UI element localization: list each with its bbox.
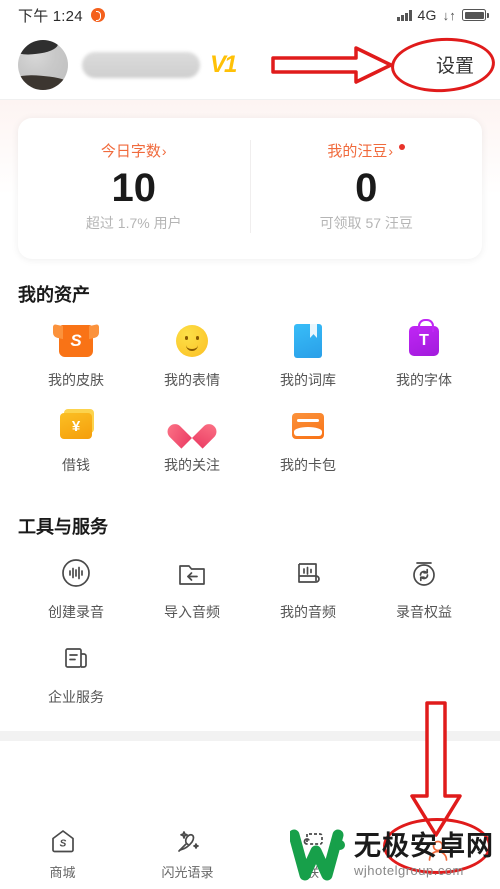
book-icon bbox=[288, 321, 328, 361]
waveform-circle-icon bbox=[56, 553, 96, 593]
tool-item-label: 创建录音 bbox=[48, 604, 104, 620]
stat-today-words-title: 今日字数 bbox=[100, 143, 161, 160]
status-bar-left: 下午 1:24 bbox=[18, 5, 105, 26]
tshirt-icon: S bbox=[56, 321, 96, 361]
watermark-text: 无极安卓网 wjhotelgroup.com bbox=[354, 831, 494, 878]
tool-item-import-audio[interactable]: 导入音频 bbox=[134, 553, 250, 622]
nav-item-label: 商城 bbox=[49, 864, 76, 880]
asset-item-following[interactable]: 我的关注 bbox=[134, 406, 250, 475]
money-card-icon: ¥ bbox=[56, 406, 96, 446]
money-card-icon-glyph: ¥ bbox=[71, 417, 81, 435]
asset-item-dictionary[interactable]: 我的词库 bbox=[250, 321, 366, 390]
asset-item-font[interactable]: T 我的字体 bbox=[366, 319, 482, 390]
watermark-logo-icon bbox=[288, 829, 346, 881]
refresh-rights-icon bbox=[404, 553, 444, 593]
font-bag-icon-glyph: T bbox=[419, 332, 429, 349]
watermark-url: wjhotelgroup.com bbox=[354, 863, 464, 878]
tool-item-label: 我的音频 bbox=[280, 604, 336, 620]
stat-my-beans-title: 我的汪豆 bbox=[327, 143, 388, 160]
nav-item-label: 闪光语录 bbox=[161, 864, 214, 880]
stat-today-words[interactable]: 今日字数 › 10 超过 1.7% 用户 bbox=[18, 140, 250, 233]
stat-my-beans[interactable]: 我的汪豆 › 0 可领取 57 汪豆 bbox=[249, 140, 483, 233]
tool-item-create-recording[interactable]: 创建录音 bbox=[18, 553, 134, 622]
nav-separator bbox=[0, 731, 500, 741]
red-dot-badge bbox=[399, 144, 406, 150]
tool-item-recording-rights[interactable]: 录音权益 bbox=[366, 553, 482, 622]
status-time: 下午 1:24 bbox=[18, 7, 83, 25]
stat-today-words-sub: 超过 1.7% 用户 bbox=[85, 215, 182, 231]
store-icon: S bbox=[48, 826, 78, 856]
assets-section: 我的资产 S 我的皮肤 我的表情 我的词库 T 我的字体 ¥ 借钱 我的关注 我… bbox=[0, 259, 500, 491]
assets-section-title: 我的资产 bbox=[18, 285, 90, 305]
tool-item-label: 录音权益 bbox=[396, 604, 452, 620]
assets-grid: S 我的皮肤 我的表情 我的词库 T 我的字体 ¥ 借钱 我的关注 我的卡包 bbox=[18, 319, 482, 491]
chevron-right-icon: › bbox=[388, 142, 394, 159]
tshirt-icon-glyph: S bbox=[70, 331, 82, 350]
font-bag-icon: T bbox=[404, 319, 444, 361]
avatar[interactable] bbox=[18, 39, 68, 90]
scroll-audio-icon bbox=[288, 553, 328, 593]
nav-item-store[interactable]: S 商城 bbox=[0, 826, 125, 881]
asset-item-loan[interactable]: ¥ 借钱 bbox=[18, 406, 134, 475]
alarm-icon bbox=[90, 8, 105, 22]
chevron-right-icon: › bbox=[161, 142, 167, 159]
nav-item-quotes[interactable]: 闪光语录 bbox=[125, 826, 250, 881]
tool-item-enterprise[interactable]: 企业服务 bbox=[18, 638, 134, 707]
asset-item-label: 我的关注 bbox=[164, 457, 220, 473]
username-redacted bbox=[82, 51, 200, 78]
tools-grid: 创建录音 导入音频 我的音频 录音权益 企业服务 bbox=[18, 553, 482, 723]
watermark: 无极安卓网 wjhotelgroup.com bbox=[288, 829, 494, 881]
tool-item-label: 导入音频 bbox=[164, 604, 220, 620]
stats-card-wrapper: 今日字数 › 10 超过 1.7% 用户 我的汪豆 › 0 可领取 57 汪豆 bbox=[0, 100, 500, 259]
stat-my-beans-sub: 可领取 57 汪豆 bbox=[319, 215, 413, 231]
signal-bars-icon bbox=[397, 9, 412, 21]
watermark-title: 无极安卓网 bbox=[354, 831, 494, 861]
level-badge: V1 bbox=[210, 50, 237, 78]
stat-today-words-value: 10 bbox=[111, 166, 157, 210]
enterprise-doc-icon bbox=[56, 638, 96, 678]
data-transfer-icon: ↓↑ bbox=[442, 7, 456, 23]
profile-header: V1 设置 bbox=[0, 30, 500, 100]
tool-item-label: 企业服务 bbox=[48, 689, 104, 705]
asset-item-label: 我的词库 bbox=[280, 372, 336, 388]
asset-item-cardpack[interactable]: 我的卡包 bbox=[250, 406, 366, 475]
tools-section-title: 工具与服务 bbox=[18, 517, 108, 537]
status-bar-right: 4G ↓↑ bbox=[397, 7, 489, 23]
tools-section: 工具与服务 创建录音 导入音频 我的音频 录音权益 企业服务 bbox=[0, 491, 500, 723]
folder-import-icon bbox=[172, 553, 212, 593]
stat-my-beans-value: 0 bbox=[355, 166, 378, 210]
stat-today-words-head[interactable]: 今日字数 › bbox=[101, 140, 167, 161]
smiley-icon bbox=[172, 321, 212, 361]
settings-button[interactable]: 设置 bbox=[428, 47, 482, 82]
stat-my-beans-head[interactable]: 我的汪豆 › bbox=[327, 140, 406, 161]
asset-item-label: 我的皮肤 bbox=[48, 372, 104, 388]
wallet-card-icon bbox=[288, 406, 328, 446]
asset-item-label: 我的表情 bbox=[164, 372, 220, 388]
battery-icon bbox=[462, 9, 489, 21]
asset-item-label: 我的字体 bbox=[396, 372, 452, 388]
network-label: 4G bbox=[417, 7, 437, 23]
svg-text:S: S bbox=[59, 838, 66, 849]
sparkle-pen-icon bbox=[173, 826, 203, 856]
asset-item-skin[interactable]: S 我的皮肤 bbox=[18, 321, 134, 390]
tool-item-my-audio[interactable]: 我的音频 bbox=[250, 553, 366, 622]
status-bar: 下午 1:24 4G ↓↑ bbox=[0, 0, 500, 30]
asset-item-label: 我的卡包 bbox=[280, 457, 336, 473]
heart-icon bbox=[172, 406, 212, 446]
stats-card: 今日字数 › 10 超过 1.7% 用户 我的汪豆 › 0 可领取 57 汪豆 bbox=[18, 118, 482, 259]
asset-item-label: 借钱 bbox=[62, 457, 90, 473]
asset-item-emoji[interactable]: 我的表情 bbox=[134, 321, 250, 390]
